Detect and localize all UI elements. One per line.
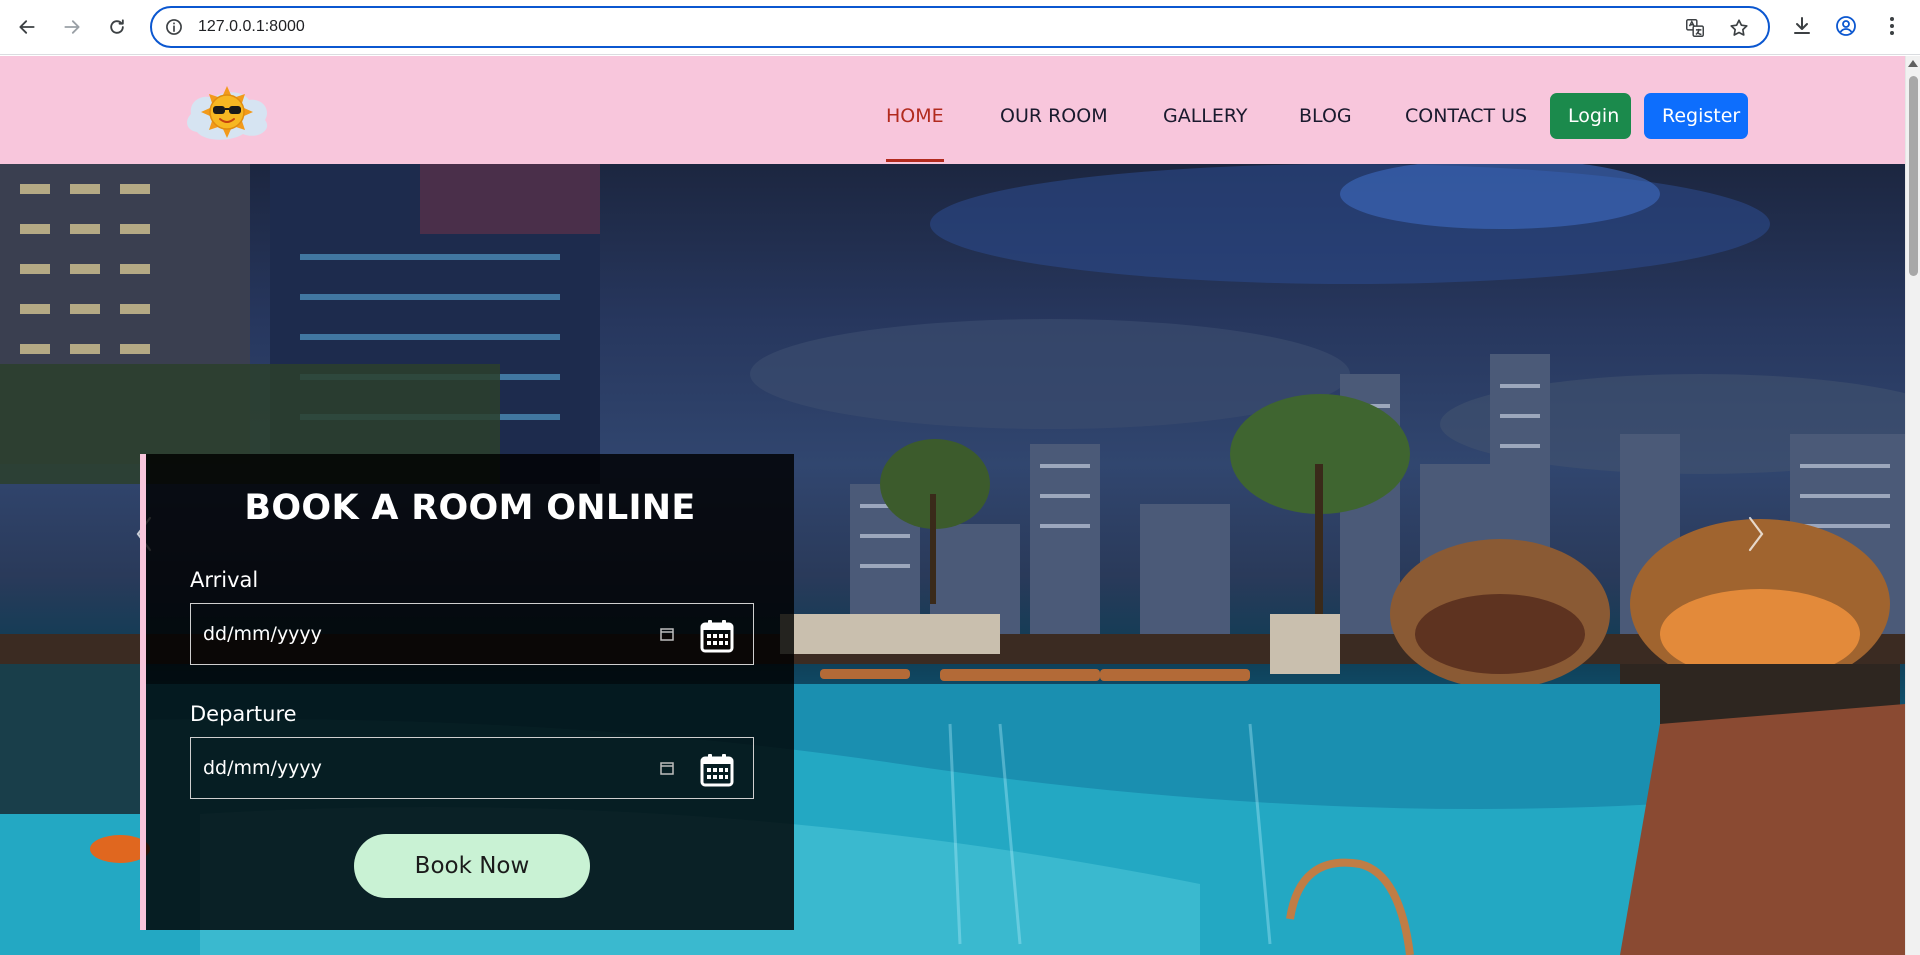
site-info-icon[interactable] [164, 17, 184, 37]
nav-gallery[interactable]: GALLERY [1163, 56, 1248, 164]
arrival-label: Arrival [190, 568, 259, 592]
arrow-right-icon [64, 20, 80, 34]
bookmark-star-icon[interactable] [1728, 17, 1750, 39]
nav-contact-us[interactable]: CONTACT US [1405, 56, 1527, 164]
page-viewport: HOME OUR ROOM GALLERY BLOG CONTACT US Lo… [0, 56, 1905, 955]
departure-date-input[interactable]: dd/mm/yyyy [190, 737, 754, 799]
booking-title: BOOK A ROOM ONLINE [244, 488, 696, 528]
translate-icon[interactable] [1684, 17, 1706, 39]
reload-icon [110, 19, 124, 34]
departure-label: Departure [190, 702, 297, 726]
nav-blog[interactable]: BLOG [1299, 56, 1352, 164]
reload-button[interactable] [102, 12, 132, 42]
login-button[interactable]: Login [1550, 93, 1631, 139]
browser-chrome: 127.0.0.1:8000 [0, 0, 1920, 55]
address-bar[interactable]: 127.0.0.1:8000 [150, 6, 1770, 48]
calendar-icon [700, 620, 734, 653]
nav-our-room[interactable]: OUR ROOM [1000, 56, 1108, 164]
register-button[interactable]: Register [1644, 93, 1748, 139]
calendar-icon [700, 754, 734, 787]
book-now-button[interactable]: Book Now [354, 834, 590, 898]
nav-home[interactable]: HOME [886, 56, 944, 164]
url-text[interactable]: 127.0.0.1:8000 [198, 17, 305, 37]
arrival-date-placeholder: dd/mm/yyyy [203, 623, 322, 645]
forward-button[interactable] [57, 12, 87, 42]
site-header: HOME OUR ROOM GALLERY BLOG CONTACT US Lo… [0, 56, 1905, 164]
arrival-date-input[interactable]: dd/mm/yyyy [190, 603, 754, 665]
departure-date-placeholder: dd/mm/yyyy [203, 757, 322, 779]
more-vert-icon[interactable] [1880, 14, 1904, 38]
sun-with-sunglasses-icon[interactable] [183, 84, 273, 142]
calendar-picker-icon[interactable] [659, 760, 675, 776]
booking-panel: BOOK A ROOM ONLINE Arrival dd/mm/yyyy De… [140, 454, 794, 930]
chevron-right-icon[interactable] [1744, 514, 1768, 554]
back-button[interactable] [12, 12, 42, 42]
page-scrollbar[interactable] [1905, 56, 1920, 955]
scroll-up-icon[interactable] [1908, 60, 1918, 67]
arrow-left-icon [19, 20, 35, 34]
hero-carousel: BOOK A ROOM ONLINE Arrival dd/mm/yyyy De… [0, 164, 1905, 955]
calendar-picker-icon[interactable] [659, 626, 675, 642]
profile-icon[interactable] [1834, 14, 1858, 38]
scrollbar-thumb[interactable] [1909, 76, 1918, 276]
download-icon[interactable] [1790, 14, 1814, 38]
